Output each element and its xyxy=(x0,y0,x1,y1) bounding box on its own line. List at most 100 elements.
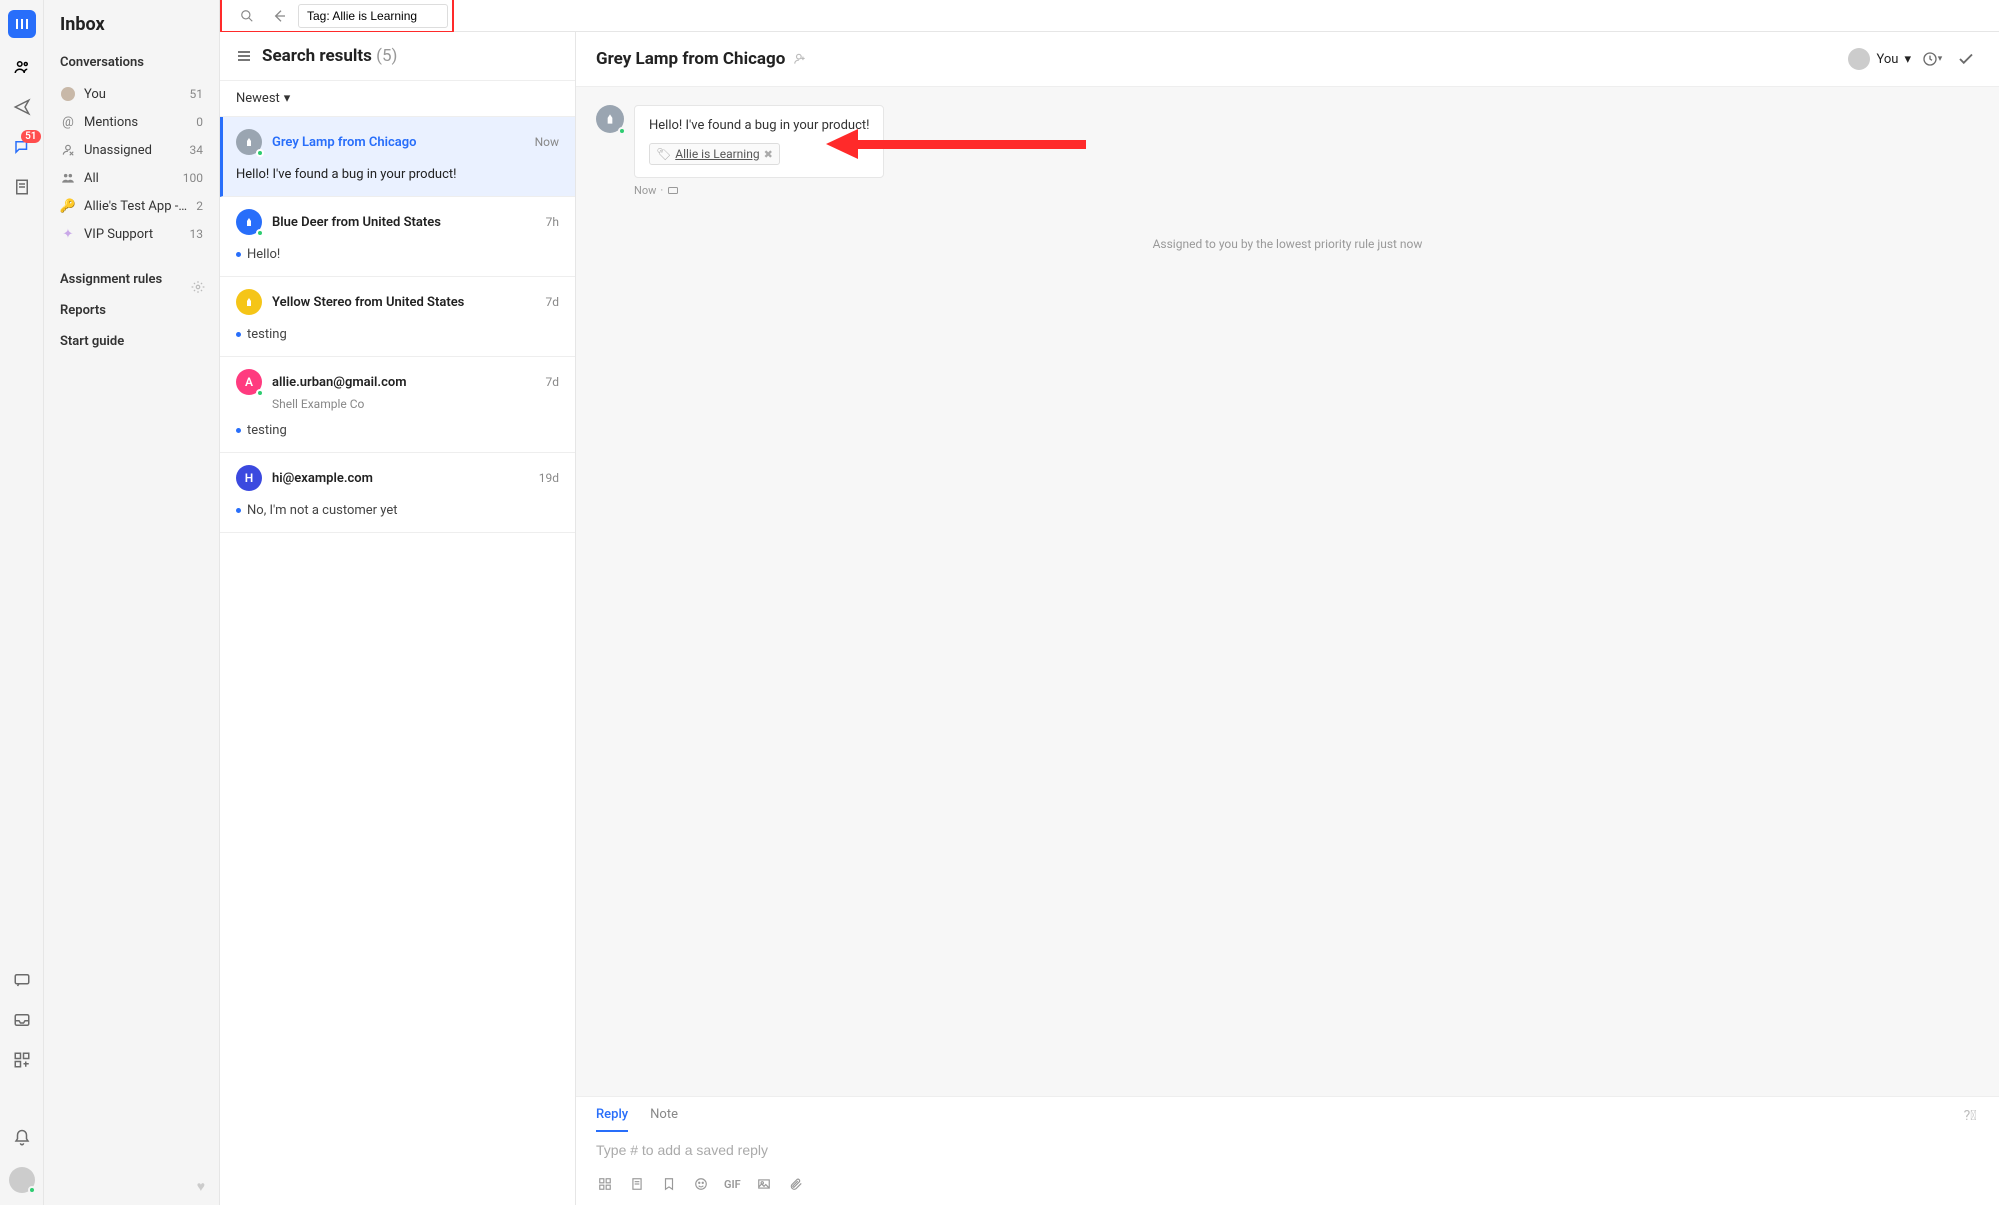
sidebar-item-app[interactable]: 🔑Allie's Test App -… 2 xyxy=(44,192,219,220)
chevron-down-icon: ▾ xyxy=(1904,52,1911,67)
conversation-item[interactable]: Yellow Stereo from United States 7d test… xyxy=(220,277,575,357)
detail-body: Hello! I've found a bug in your product!… xyxy=(576,87,1999,1096)
people-icon[interactable] xyxy=(11,56,33,78)
heart-icon[interactable]: ♥ xyxy=(197,1178,205,1195)
back-icon[interactable] xyxy=(266,3,292,29)
avatar-icon xyxy=(60,86,76,102)
search-highlight xyxy=(220,0,454,33)
conversation-item[interactable]: Grey Lamp from Chicago Now Hello! I've f… xyxy=(220,117,575,197)
sender-company: Shell Example Co xyxy=(272,397,559,411)
main: Search results (5) Newest ▾ Grey Lamp fr… xyxy=(220,0,1999,1205)
results-title: Search results xyxy=(262,46,372,66)
reply-input[interactable] xyxy=(596,1142,1979,1158)
mention-icon: @ xyxy=(60,114,76,130)
search-input[interactable] xyxy=(298,4,448,28)
close-button[interactable] xyxy=(1953,46,1979,72)
insert-article-icon[interactable] xyxy=(628,1175,646,1193)
assignment-note: Assigned to you by the lowest priority r… xyxy=(596,237,1979,251)
time: 7d xyxy=(545,295,559,309)
time: 7h xyxy=(546,215,559,229)
unassigned-icon xyxy=(60,142,76,158)
sidebar: Inbox Conversations You 51 @Mentions 0 U… xyxy=(44,0,220,1205)
search-icon[interactable] xyxy=(234,3,260,29)
sender-avatar xyxy=(596,105,624,133)
inbox-tray-icon[interactable] xyxy=(11,1009,33,1031)
unread-dot xyxy=(236,428,241,433)
bell-icon[interactable] xyxy=(11,1127,33,1149)
conversation-title: Grey Lamp from Chicago xyxy=(596,49,785,69)
gif-icon[interactable]: GIF xyxy=(724,1175,741,1193)
sidebar-item-mentions[interactable]: @Mentions 0 xyxy=(44,108,219,136)
time: Now xyxy=(535,135,559,149)
sender-avatar xyxy=(236,289,262,315)
composer-toolbar: GIF xyxy=(576,1167,1999,1205)
sidebar-item-all[interactable]: All 100 xyxy=(44,164,219,192)
conversation-item[interactable]: A allie.urban@gmail.com 7d Shell Example… xyxy=(220,357,575,453)
unread-dot xyxy=(236,508,241,513)
assignee-avatar xyxy=(1848,48,1870,70)
sender-avatar: A xyxy=(236,369,262,395)
remove-tag-icon[interactable]: ✖ xyxy=(764,148,773,161)
sender-name: Yellow Stereo from United States xyxy=(272,295,535,310)
snippet: No, I'm not a customer yet xyxy=(236,503,559,518)
hamburger-icon[interactable] xyxy=(236,48,252,64)
tab-note[interactable]: Note xyxy=(650,1107,678,1132)
bookmark-icon[interactable] xyxy=(660,1175,678,1193)
sidebar-link-guide[interactable]: Start guide xyxy=(44,326,219,357)
sidebar-item-unassigned[interactable]: Unassigned 34 xyxy=(44,136,219,164)
badge: 51 xyxy=(21,130,40,143)
app-logo[interactable] xyxy=(8,10,36,38)
articles-icon[interactable] xyxy=(11,176,33,198)
sidebar-link-reports[interactable]: Reports xyxy=(44,295,219,326)
sender-avatar xyxy=(236,209,262,235)
sender-name: Blue Deer from United States xyxy=(272,215,536,230)
key-icon: 🔑 xyxy=(60,198,76,214)
sidebar-item-vip[interactable]: ✦VIP Support 13 xyxy=(44,220,219,248)
detail-column: Grey Lamp from Chicago You ▾ ▾ xyxy=(576,32,1999,1205)
message-row: Hello! I've found a bug in your product!… xyxy=(596,105,1979,178)
help-icon[interactable]: ?⃝ xyxy=(1961,1107,1979,1125)
sidebar-item-you[interactable]: You 51 xyxy=(44,80,219,108)
snooze-button[interactable]: ▾ xyxy=(1919,46,1945,72)
composer: Reply Note ?⃝ GIF xyxy=(576,1096,1999,1205)
sort-dropdown[interactable]: Newest ▾ xyxy=(220,81,575,117)
sender-name: Grey Lamp from Chicago xyxy=(272,135,525,150)
conversation-item[interactable]: H hi@example.com 19d No, I'm not a custo… xyxy=(220,453,575,533)
image-icon[interactable] xyxy=(755,1175,773,1193)
sidebar-title: Inbox xyxy=(44,14,219,51)
conversation-item[interactable]: Blue Deer from United States 7h Hello! xyxy=(220,197,575,277)
tag-icon: 🏷 xyxy=(656,147,671,161)
annotation-arrow xyxy=(826,129,1086,159)
unread-dot xyxy=(236,252,241,257)
results-header: Search results (5) xyxy=(220,32,575,81)
assignee-dropdown[interactable]: You ▾ xyxy=(1848,48,1911,70)
user-avatar[interactable] xyxy=(9,1167,35,1193)
snippet: testing xyxy=(236,327,559,342)
chevron-down-icon: ▾ xyxy=(284,91,291,106)
time: 19d xyxy=(539,471,559,485)
snippet: Hello! xyxy=(236,247,559,262)
time: 7d xyxy=(545,375,559,389)
shortcuts-icon[interactable] xyxy=(596,1175,614,1193)
attachment-icon[interactable] xyxy=(787,1175,805,1193)
chat-icon[interactable] xyxy=(11,969,33,991)
add-participant-icon[interactable] xyxy=(793,52,807,66)
snippet: testing xyxy=(236,423,559,438)
nav-rail: 51 xyxy=(0,0,44,1205)
unread-dot xyxy=(236,332,241,337)
results-count: (5) xyxy=(376,46,397,66)
seen-icon xyxy=(667,185,679,197)
messages-icon[interactable]: 51 xyxy=(11,136,33,158)
results-column: Search results (5) Newest ▾ Grey Lamp fr… xyxy=(220,32,576,1205)
send-icon[interactable] xyxy=(11,96,33,118)
team-icon xyxy=(60,170,76,186)
gear-icon[interactable] xyxy=(191,280,205,294)
tab-reply[interactable]: Reply xyxy=(596,1107,628,1132)
emoji-icon[interactable] xyxy=(692,1175,710,1193)
snippet: Hello! I've found a bug in your product! xyxy=(236,167,559,182)
sender-avatar: H xyxy=(236,465,262,491)
sender-name: allie.urban@gmail.com xyxy=(272,375,535,390)
sparkle-icon: ✦ xyxy=(60,226,76,242)
conversation-tag[interactable]: 🏷 Allie is Learning ✖ xyxy=(649,143,780,165)
apps-icon[interactable] xyxy=(11,1049,33,1071)
